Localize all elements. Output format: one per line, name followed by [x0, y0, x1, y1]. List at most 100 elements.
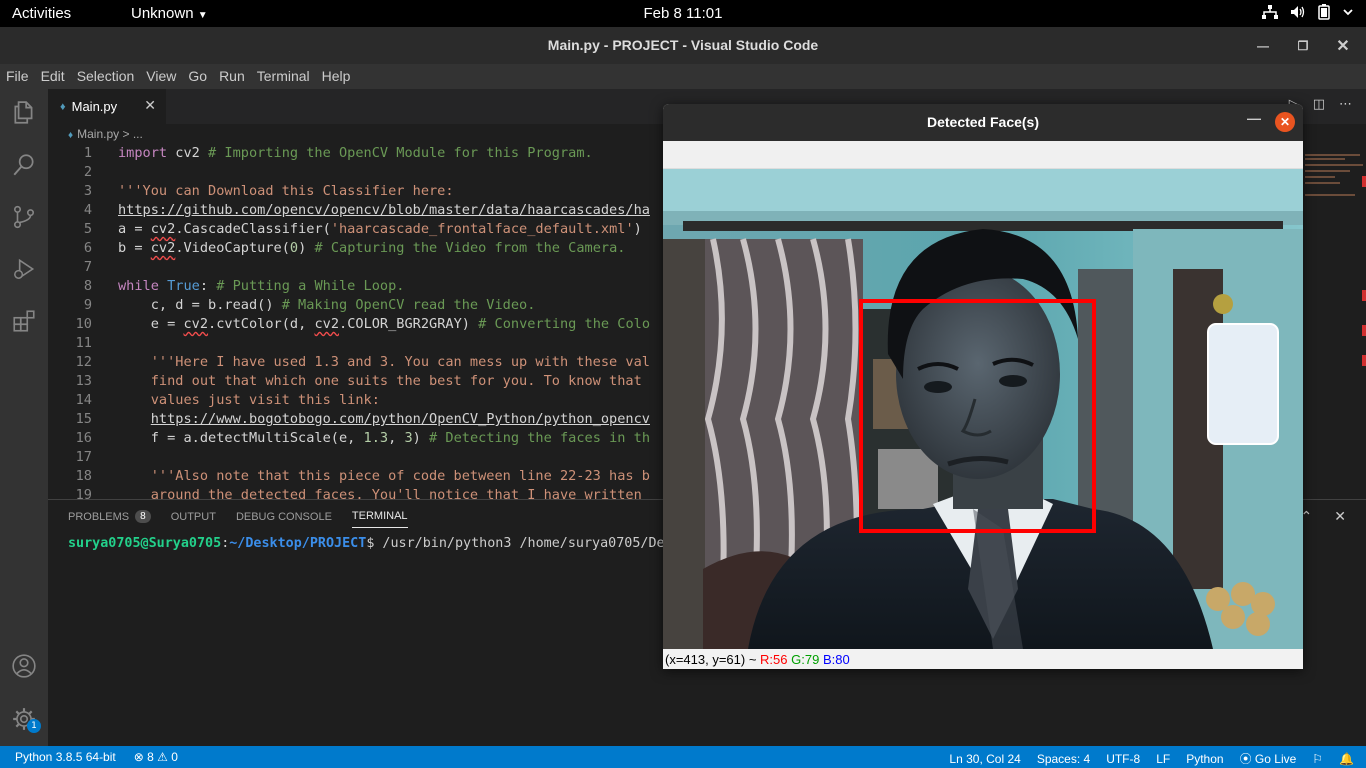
indentation[interactable]: Spaces: 4: [1037, 752, 1090, 766]
line-number: 13: [75, 373, 92, 389]
menu-terminal[interactable]: Terminal: [257, 68, 310, 84]
problems-status[interactable]: ⊗ 8 ⚠ 0: [134, 750, 178, 764]
breadcrumb-file[interactable]: Main.py: [77, 127, 119, 141]
source-control-button[interactable]: [0, 193, 48, 241]
menu-view[interactable]: View: [146, 68, 176, 84]
go-live-button[interactable]: ⦿ Go Live: [1240, 750, 1297, 767]
battery-icon: [1318, 4, 1330, 20]
system-tray[interactable]: [1262, 4, 1354, 20]
menu-file[interactable]: File: [6, 68, 29, 84]
line-number: 1: [83, 145, 92, 161]
tab-terminal-label: TERMINAL: [351, 510, 408, 522]
tab-label: Main.py: [71, 99, 118, 114]
line-number: 17: [75, 449, 92, 465]
network-icon: [1262, 5, 1278, 19]
status-bar: Python 3.8.5 64-bit ⊗ 8 ⚠ 0 Ln 30, Col 2…: [0, 746, 1366, 768]
camera-frame[interactable]: [663, 169, 1303, 649]
menu-help[interactable]: Help: [322, 68, 351, 84]
opencv-title-bar[interactable]: Detected Face(s) — ✕: [663, 104, 1303, 141]
accounts-button[interactable]: [0, 642, 48, 690]
python-file-icon: ♦: [68, 130, 74, 141]
more-actions-icon[interactable]: ⋯: [1339, 97, 1352, 112]
line-number: 15: [75, 411, 92, 427]
pixel-blue-value: B:80: [822, 652, 850, 667]
terminal-path: ~/Desktop/PROJECT: [229, 536, 367, 551]
line-number: 16: [75, 430, 92, 446]
activity-bar: 1: [0, 89, 48, 746]
close-button[interactable]: ✕: [1332, 35, 1354, 57]
cursor-position[interactable]: Ln 30, Col 24: [949, 752, 1020, 766]
run-debug-icon: [14, 258, 35, 280]
terminal-user: surya0705@Surya0705: [68, 536, 222, 551]
line-number: 7: [83, 259, 92, 275]
manage-button[interactable]: 1: [0, 695, 48, 743]
python-interpreter[interactable]: Python 3.8.5 64-bit: [15, 750, 116, 764]
feedback-icon[interactable]: ⚐: [1312, 752, 1323, 766]
minimize-button[interactable]: —: [1252, 35, 1274, 57]
menu-run[interactable]: Run: [219, 68, 245, 84]
window-title-bar: Main.py - PROJECT - Visual Studio Code —…: [0, 27, 1366, 64]
line-number: 5: [83, 221, 92, 237]
power-menu-icon: [1343, 9, 1353, 16]
explorer-button[interactable]: [0, 89, 48, 137]
terminal-output[interactable]: surya0705@Surya0705:~/Desktop/PROJECT$ /…: [68, 536, 665, 551]
line-number: 11: [75, 335, 92, 351]
terminal-command: $ /usr/bin/python3 /home/surya0705/De: [366, 536, 665, 551]
line-number: 14: [75, 392, 92, 408]
breadcrumb[interactable]: ♦ Main.py > ...: [68, 127, 143, 141]
tab-problems[interactable]: PROBLEMS 8: [68, 510, 151, 528]
search-button[interactable]: [0, 141, 48, 189]
opencv-window[interactable]: Detected Face(s) — ✕ (x=413, y=61) ~ R:5…: [663, 104, 1303, 669]
panel-tabs: PROBLEMS 8 OUTPUT DEBUG CONSOLE TERMINAL: [68, 510, 408, 528]
extensions-button[interactable]: [0, 297, 48, 345]
go-live-label: Go Live: [1254, 752, 1297, 766]
split-editor-icon[interactable]: ◫: [1313, 97, 1325, 112]
tab-close-icon[interactable]: ✕: [144, 97, 156, 114]
breadcrumb-rest[interactable]: > ...: [119, 127, 142, 141]
line-number: 3: [83, 183, 92, 199]
close-icon: ✕: [1336, 38, 1350, 55]
line-number: 18: [75, 468, 92, 484]
line-number: 2: [83, 164, 92, 180]
line-number: 6: [83, 240, 92, 256]
broadcast-icon: ⦿: [1239, 752, 1252, 766]
maximize-button[interactable]: ❐: [1292, 35, 1314, 57]
gnome-top-bar: Activities Unknown ▼ Feb 8 11:01: [0, 0, 1366, 27]
restore-icon: ❐: [1297, 39, 1309, 53]
tab-problems-label: PROBLEMS: [68, 510, 130, 523]
search-icon: [13, 154, 34, 176]
menu-go[interactable]: Go: [188, 68, 207, 84]
minimap[interactable]: [1303, 150, 1366, 370]
settings-badge: 1: [27, 719, 41, 733]
notifications-icon[interactable]: 🔔: [1339, 752, 1354, 766]
line-number: 4: [83, 202, 92, 218]
language-mode[interactable]: Python: [1186, 752, 1223, 766]
account-icon: [12, 654, 36, 678]
opencv-status-bar: (x=413, y=61) ~ R:56 G:79 B:80: [663, 649, 1303, 669]
end-of-line[interactable]: LF: [1156, 752, 1170, 766]
line-number: 19: [75, 487, 92, 499]
opencv-minimize-button[interactable]: —: [1247, 110, 1261, 126]
files-icon: [14, 101, 33, 124]
tab-output[interactable]: OUTPUT: [171, 510, 216, 528]
line-number: 9: [83, 297, 92, 313]
pixel-position: (x=413, y=61) ~: [665, 652, 761, 667]
line-number: 8: [83, 278, 92, 294]
tab-debug-console[interactable]: DEBUG CONSOLE: [236, 510, 332, 528]
minimize-icon: —: [1257, 39, 1269, 53]
close-panel-icon[interactable]: ✕: [1334, 509, 1346, 525]
menu-bar: File Edit Selection View Go Run Terminal…: [0, 64, 1366, 89]
pixel-green-value: G:79: [791, 652, 820, 667]
volume-icon: [1291, 6, 1305, 18]
tab-main-py[interactable]: ♦ Main.py ✕: [48, 89, 166, 124]
run-debug-button[interactable]: [0, 245, 48, 293]
tab-output-label: OUTPUT: [170, 510, 216, 523]
panel-actions: ⌃ ✕: [1301, 509, 1346, 525]
opencv-close-button[interactable]: ✕: [1275, 112, 1295, 132]
menu-selection[interactable]: Selection: [77, 68, 135, 84]
tab-terminal[interactable]: TERMINAL: [351, 510, 408, 528]
python-file-icon: ♦: [60, 100, 66, 113]
menu-edit[interactable]: Edit: [41, 68, 65, 84]
clock[interactable]: Feb 8 11:01: [0, 5, 1366, 22]
encoding[interactable]: UTF-8: [1106, 752, 1140, 766]
